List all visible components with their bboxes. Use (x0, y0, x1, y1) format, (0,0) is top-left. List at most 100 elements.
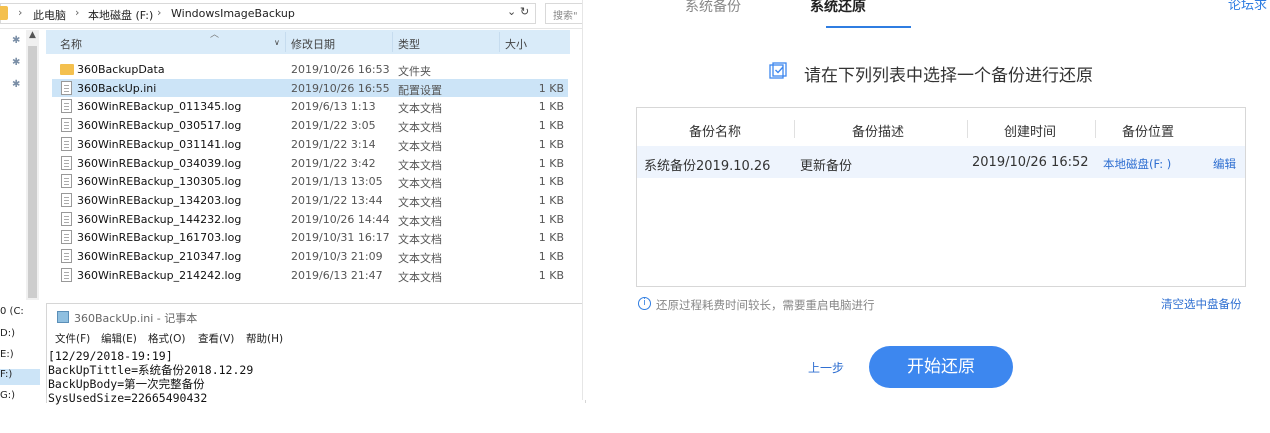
file-row[interactable]: 360WinREBackup_011345.log 2019/6/13 1:13 文… (52, 97, 568, 115)
backup-location[interactable]: 本地磁盘(F: ) (1103, 156, 1171, 172)
drive-item-e[interactable]: E:) (0, 349, 14, 360)
scrollbar-thumb[interactable] (28, 46, 37, 298)
scroll-up-icon[interactable]: ▲ (26, 30, 39, 44)
file-row[interactable]: 360BackUp.ini 2019/10/26 16:55 配置设置 1 KB (52, 78, 568, 97)
file-row[interactable]: 360WinREBackup_034039.log 2019/1/22 3:42 文… (52, 154, 568, 172)
previous-step-button[interactable]: 上一步 (808, 359, 844, 376)
file-row[interactable]: 360WinREBackup_144232.log 2019/10/26 14:4… (52, 210, 568, 228)
menu-edit[interactable]: 编辑(E) (101, 331, 137, 346)
file-row[interactable]: 360WinREBackup_134203.log 2019/1/22 13:44… (52, 191, 568, 209)
file-date: 2019/6/13 1:13 (291, 100, 376, 114)
column-divider (967, 120, 968, 138)
file-name: 360WinREBackup_030517.log (77, 119, 242, 133)
file-name: 360WinREBackup_134203.log (77, 193, 242, 207)
pin-icon[interactable]: ✱ (12, 79, 20, 90)
notepad-icon (57, 311, 69, 323)
breadcrumb-drive-f[interactable]: 本地磁盘 (F:) (88, 7, 153, 23)
chevron-down-icon[interactable]: ⌄ (507, 5, 516, 18)
column-divider[interactable] (285, 32, 286, 52)
file-size: 1 KB (538, 137, 564, 151)
text-file-icon (61, 192, 72, 207)
file-date: 2019/6/13 21:47 (291, 268, 383, 282)
breadcrumb-this-pc[interactable]: 此电脑 (33, 7, 66, 23)
notepad-title: 360BackUp.ini - 记事本 (74, 312, 198, 325)
file-row[interactable]: 360WinREBackup_210347.log 2019/10/3 21:09… (52, 247, 568, 265)
column-size[interactable]: 大小 (505, 36, 527, 52)
file-explorer-window: › 此电脑 › 本地磁盘 (F:) › WindowsImageBackup ⌄… (0, 0, 586, 405)
file-type: 文本文档 (398, 214, 442, 228)
file-row[interactable]: 360WinREBackup_161703.log 2019/10/31 16:1… (52, 228, 568, 246)
menu-view[interactable]: 查看(V) (198, 331, 234, 346)
column-divider[interactable] (499, 32, 500, 52)
file-date: 2019/1/22 13:44 (291, 193, 383, 207)
backup-row[interactable]: 系统备份2019.10.26 更新备份 2019/10/26 16:52 本地磁… (637, 146, 1245, 178)
file-row[interactable]: 360WinREBackup_214242.log 2019/6/13 21:47… (52, 266, 568, 284)
column-date[interactable]: 修改日期 (291, 36, 335, 52)
breadcrumb-separator: › (75, 6, 80, 19)
file-row[interactable]: 360BackupData 2019/10/26 16:53 文件夹 (52, 60, 568, 78)
refresh-icon[interactable]: ↻ (520, 5, 529, 18)
file-row[interactable]: 360WinREBackup_130305.log 2019/1/13 13:05… (52, 172, 568, 190)
restore-dialog: 系统备份 系统还原 论坛求 请在下列列表中选择一个备份进行还原 备份名称 备份描… (582, 0, 1270, 400)
file-type: 文本文档 (398, 195, 442, 209)
drive-item-c[interactable]: 0 (C: (0, 306, 24, 317)
nav-chevron-icon[interactable]: › (18, 6, 22, 19)
file-size: 1 KB (538, 119, 564, 133)
chevron-down-icon[interactable]: ∨ (274, 38, 280, 47)
header-backup-location: 备份位置 (1122, 125, 1175, 140)
file-date: 2019/10/26 16:53 (291, 63, 390, 76)
pin-icon[interactable]: ✱ (12, 35, 20, 46)
header-created-time: 创建时间 (1004, 125, 1057, 140)
start-restore-button[interactable]: 开始还原 (869, 346, 1013, 388)
file-size: 1 KB (538, 212, 564, 226)
file-name: 360WinREBackup_210347.log (77, 250, 242, 263)
header-backup-desc: 备份描述 (852, 125, 905, 140)
file-type: 文本文档 (398, 102, 442, 116)
column-divider[interactable] (392, 32, 393, 52)
header-backup-name: 备份名称 (689, 125, 742, 140)
menu-file[interactable]: 文件(F) (55, 331, 90, 346)
nav-pane-scrollbar[interactable]: ▲ (26, 30, 39, 300)
tab-system-restore[interactable]: 系统还原 (810, 0, 866, 16)
file-size: 1 KB (538, 81, 564, 95)
file-name: 360BackUp.ini (77, 81, 157, 95)
notepad-titlebar[interactable]: 360BackUp.ini - 记事本 (47, 304, 587, 328)
tab-system-backup[interactable]: 系统备份 (685, 0, 741, 16)
file-row[interactable]: 360WinREBackup_030517.log 2019/1/22 3:05 文… (52, 116, 568, 134)
menu-help[interactable]: 帮助(H) (246, 331, 283, 346)
menu-format[interactable]: 格式(O) (148, 331, 185, 346)
text-line: BackUpBody=第一次完整备份 (48, 377, 205, 391)
drive-item-d[interactable]: D:) (0, 328, 15, 339)
column-name[interactable]: 名称 (60, 36, 82, 52)
file-date: 2019/1/22 3:42 (291, 156, 376, 170)
column-type[interactable]: 类型 (398, 36, 420, 52)
clear-selected-backup-link[interactable]: 清空选中盘备份 (1161, 296, 1242, 312)
file-type: 文本文档 (398, 233, 442, 247)
file-name: 360WinREBackup_161703.log (77, 231, 242, 245)
file-name: 360WinREBackup_144232.log (77, 212, 242, 226)
breadcrumb-separator: › (157, 6, 162, 19)
file-date: 2019/1/13 13:05 (291, 175, 383, 189)
text-file-icon (61, 99, 72, 114)
file-row[interactable]: 360WinREBackup_031141.log 2019/1/22 3:14 文… (52, 135, 568, 153)
file-date: 2019/1/22 3:05 (291, 119, 376, 133)
file-type: 文本文档 (398, 252, 442, 265)
file-name: 360WinREBackup_031141.log (77, 137, 242, 151)
edit-backup-link[interactable]: 编辑 (1213, 156, 1236, 172)
file-name: 360WinREBackup_214242.log (77, 268, 242, 282)
breadcrumb-current-folder[interactable]: WindowsImageBackup (171, 7, 295, 20)
pin-icon[interactable]: ✱ (12, 57, 20, 68)
file-size: 1 KB (538, 268, 564, 282)
drive-item-g[interactable]: G:) (0, 390, 15, 401)
file-size: 1 KB (538, 193, 564, 207)
drive-item-f[interactable]: F:) (0, 369, 40, 385)
file-type: 文本文档 (398, 270, 442, 284)
file-date: 2019/1/22 3:14 (291, 137, 376, 151)
forum-link[interactable]: 论坛求 (1228, 0, 1267, 13)
notepad-text-area[interactable]: [12/29/2018-19:19] BackUpTittle=系统备份2018… (47, 349, 583, 409)
file-name: 360BackupData (77, 63, 165, 76)
address-bar[interactable]: › 此电脑 › 本地磁盘 (F:) › WindowsImageBackup ⌄… (0, 0, 585, 29)
select-backup-heading: 请在下列列表中选择一个备份进行还原 (804, 66, 1093, 86)
file-type: 文件夹 (398, 65, 431, 78)
search-input[interactable]: 搜索" (545, 3, 585, 24)
